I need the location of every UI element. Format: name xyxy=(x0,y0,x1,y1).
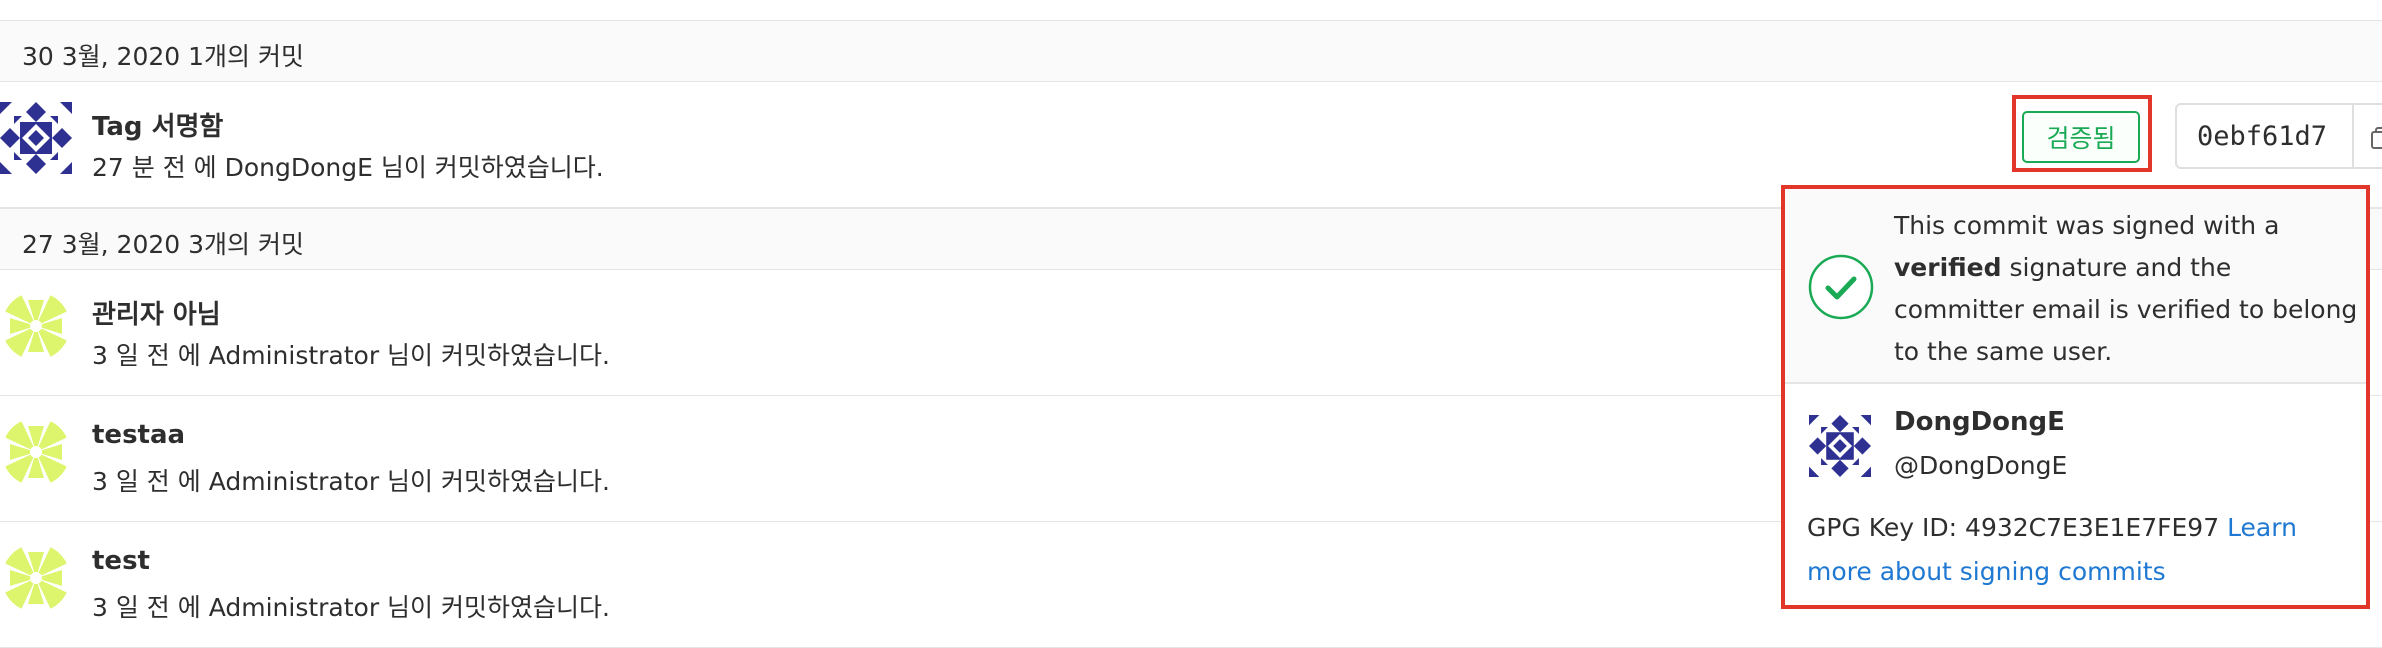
gpg-key-id: GPG Key ID: 4932C7E3E1E7FE97 xyxy=(1807,513,2228,542)
popover-header: This commit was signed with a verified s… xyxy=(1785,189,2366,384)
avatar[interactable] xyxy=(0,542,72,614)
sha-divider xyxy=(2352,105,2354,167)
verified-badge-button[interactable]: 검증됨 xyxy=(2022,111,2140,163)
commit-day-header-label: 30 3월, 2020 1개의 커밋 xyxy=(22,42,304,71)
commit-sha-group[interactable]: 0ebf61d7 xyxy=(2175,103,2382,169)
commit-title[interactable]: testaa xyxy=(92,420,185,450)
signer-handle: @DongDongE xyxy=(1894,451,2068,480)
verification-message: This commit was signed with a verified s… xyxy=(1894,205,2364,373)
check-circle-icon xyxy=(1808,254,1874,320)
signer-name[interactable]: DongDongE xyxy=(1894,407,2065,437)
avatar[interactable] xyxy=(0,290,72,362)
commit-title[interactable]: test xyxy=(92,546,150,576)
commit-title[interactable]: Tag 서명함 xyxy=(92,106,223,143)
commit-meta: 3 일 전 에 Administrator 님이 커밋하였습니다. xyxy=(92,593,610,622)
signer-avatar[interactable] xyxy=(1809,415,1871,477)
signature-popover: This commit was signed with a verified s… xyxy=(1781,185,2370,609)
avatar[interactable] xyxy=(0,102,72,174)
copy-icon[interactable] xyxy=(2371,127,2382,149)
gpg-key-info: GPG Key ID: 4932C7E3E1E7FE97 Learn more … xyxy=(1807,506,2352,594)
commit-day-header-label: 27 3월, 2020 3개의 커밋 xyxy=(22,230,304,259)
commit-sha-label[interactable]: 0ebf61d7 xyxy=(2197,121,2327,152)
commit-day-header: 30 3월, 2020 1개의 커밋 xyxy=(0,20,2382,82)
verification-message-bold: verified xyxy=(1894,253,2002,282)
commit-meta: 3 일 전 에 Administrator 님이 커밋하였습니다. xyxy=(92,341,610,370)
commit-meta: 27 분 전 에 DongDongE 님이 커밋하였습니다. xyxy=(92,153,604,182)
verification-message-prefix: This commit was signed with a xyxy=(1894,211,2280,240)
commit-title[interactable]: 관리자 아님 xyxy=(92,294,221,331)
commit-meta: 3 일 전 에 Administrator 님이 커밋하였습니다. xyxy=(92,467,610,496)
avatar[interactable] xyxy=(0,416,72,488)
